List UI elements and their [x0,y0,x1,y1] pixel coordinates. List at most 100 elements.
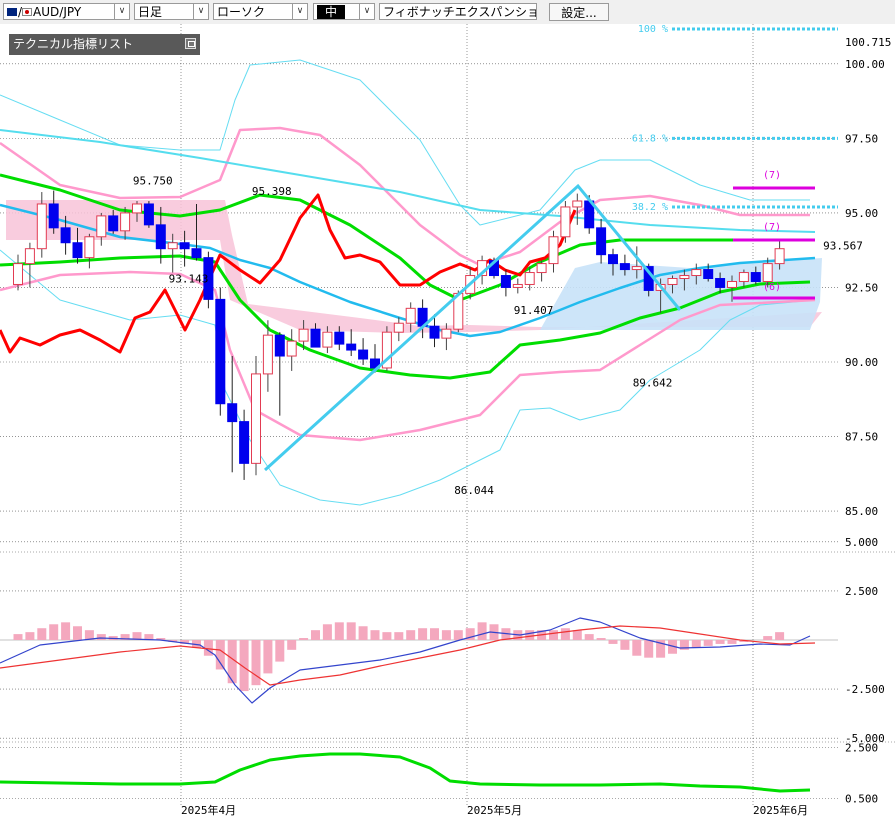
candle-bear [60,227,71,244]
candle-bull [262,334,273,375]
candle-bull [322,331,333,348]
candle-bull [36,203,47,250]
candle-bear [48,203,59,229]
macd-histogram-bar [608,640,618,644]
toolbar: / AUD/JPY ∨ 日足 ∨ ローソク ∨ 中 ∨ フィボナッチエクスパンショ… [0,0,895,24]
candle-bull [251,373,261,464]
macd-histogram-bar [596,638,606,640]
candle-bull [13,263,23,285]
macd-histogram-bar [775,632,785,640]
timeframe-select[interactable]: 日足 ∨ [134,3,209,20]
x-tick-label: 2025年5月 [467,803,522,817]
settings-button[interactable]: 設定... [549,3,609,21]
candle-bear [619,263,630,271]
macd-histogram-bar [727,640,737,644]
candle-bear [274,334,285,357]
candle-bull [393,322,404,333]
candle-bull [691,269,702,277]
chart-svg[interactable]: 100.00 97.50 95.00 92.50 90.00 87.50 85.00 5.00… [0,24,895,821]
macd-histogram-bar [441,630,451,640]
candle-bull [524,272,535,285]
macd-histogram-bar [13,634,23,640]
symbol-select[interactable]: / AUD/JPY ∨ [3,3,130,20]
chevron-down-icon[interactable]: ∨ [114,4,129,19]
y-tick-label: 90.00 [845,356,878,369]
candle-bull [774,248,785,265]
candle-bear [227,403,238,423]
macd-histogram-bar [644,640,654,658]
candle-bear [143,203,154,226]
drawing-tool-field[interactable]: フィボナッチエクスパンション [379,3,537,20]
candle-bull [96,215,107,238]
candle-bear [429,325,440,339]
macd-histogram-bar [477,622,487,640]
candle-bear [358,349,369,360]
candle-bear [346,343,357,351]
fibonacci-level-label: 38.2 % [632,202,668,213]
y-tick-label: 95.00 [845,207,878,220]
candle-bear [750,272,761,282]
macd-histogram-bar [334,622,344,640]
candle-bull [727,280,737,288]
y-tick-label: 100.00 [845,58,885,71]
macd-histogram-bar [394,632,404,640]
macd-histogram-bar [584,634,594,640]
candle-bull [572,200,583,208]
macd-histogram-bar [691,640,701,648]
price-label: 89.642 [633,377,673,390]
macd-histogram-bar [73,626,82,640]
price-label: 95.750 [133,175,173,188]
candle-bear [108,215,119,232]
bollinger-upper-2 [0,126,810,267]
size-select[interactable]: 中 ∨ [313,3,375,20]
candle-bull [762,263,773,282]
minimize-icon[interactable] [185,38,196,49]
candle-bull [738,272,749,282]
candle-bull [132,203,142,214]
macd-histogram-bar [96,634,106,640]
macd-histogram-bar [763,636,773,640]
macd-histogram-bar [406,630,416,640]
size-label: 中 [317,5,346,19]
candle-bear [334,331,345,345]
chart-area[interactable]: 100.00 97.50 95.00 92.50 90.00 87.50 85.00 5.00… [0,24,895,821]
macd-histogram-bar [299,638,309,640]
y-tick-label: 2.500 [845,742,878,755]
chevron-down-icon[interactable]: ∨ [193,4,208,19]
drawing-tool-label: フィボナッチエクスパンション [383,5,537,19]
chart-style-label: ローソク [217,5,266,19]
fibonacci-level-label: 61.8 % [632,133,668,144]
chevron-down-icon[interactable]: ∨ [292,4,307,19]
candle-bull [631,266,642,271]
macd-histogram-bar [322,624,332,640]
y-tick-label: 92.50 [845,281,878,294]
marker-label: (7) [763,170,781,181]
candle-bull [441,328,452,339]
oscillator-line [0,752,811,793]
y-tick-label: 85.00 [845,505,878,518]
price-label: 93.143 [169,272,209,285]
macd-histogram-bar [287,640,297,650]
macd-histogram-bar [251,640,261,686]
candle-bear [608,254,618,265]
symbol-label: AUD/JPY [33,5,82,19]
candle-bull [167,242,178,250]
macd-histogram-bar [370,630,380,640]
au-flag-icon [7,8,17,16]
technical-indicator-list[interactable]: テクニカル指標リスト [9,34,200,55]
macd-histogram-bar [560,628,570,640]
candle-bear [72,242,83,259]
macd-histogram-bar [311,630,320,640]
y-tick-label: -2.500 [845,683,885,696]
y-tick-label: 87.50 [845,431,878,444]
macd-histogram-bar [525,630,535,640]
chart-style-select[interactable]: ローソク ∨ [213,3,308,20]
fibonacci-level-label: 100 % [638,24,668,35]
jp-flag-icon [22,8,33,16]
chevron-down-icon[interactable]: ∨ [359,4,374,19]
candle-bear [500,275,511,288]
macd-histogram-bar [346,622,356,640]
macd-histogram-bar [632,640,642,656]
y-tick-label: 2.500 [845,585,878,598]
macd-histogram-bar [263,640,273,674]
